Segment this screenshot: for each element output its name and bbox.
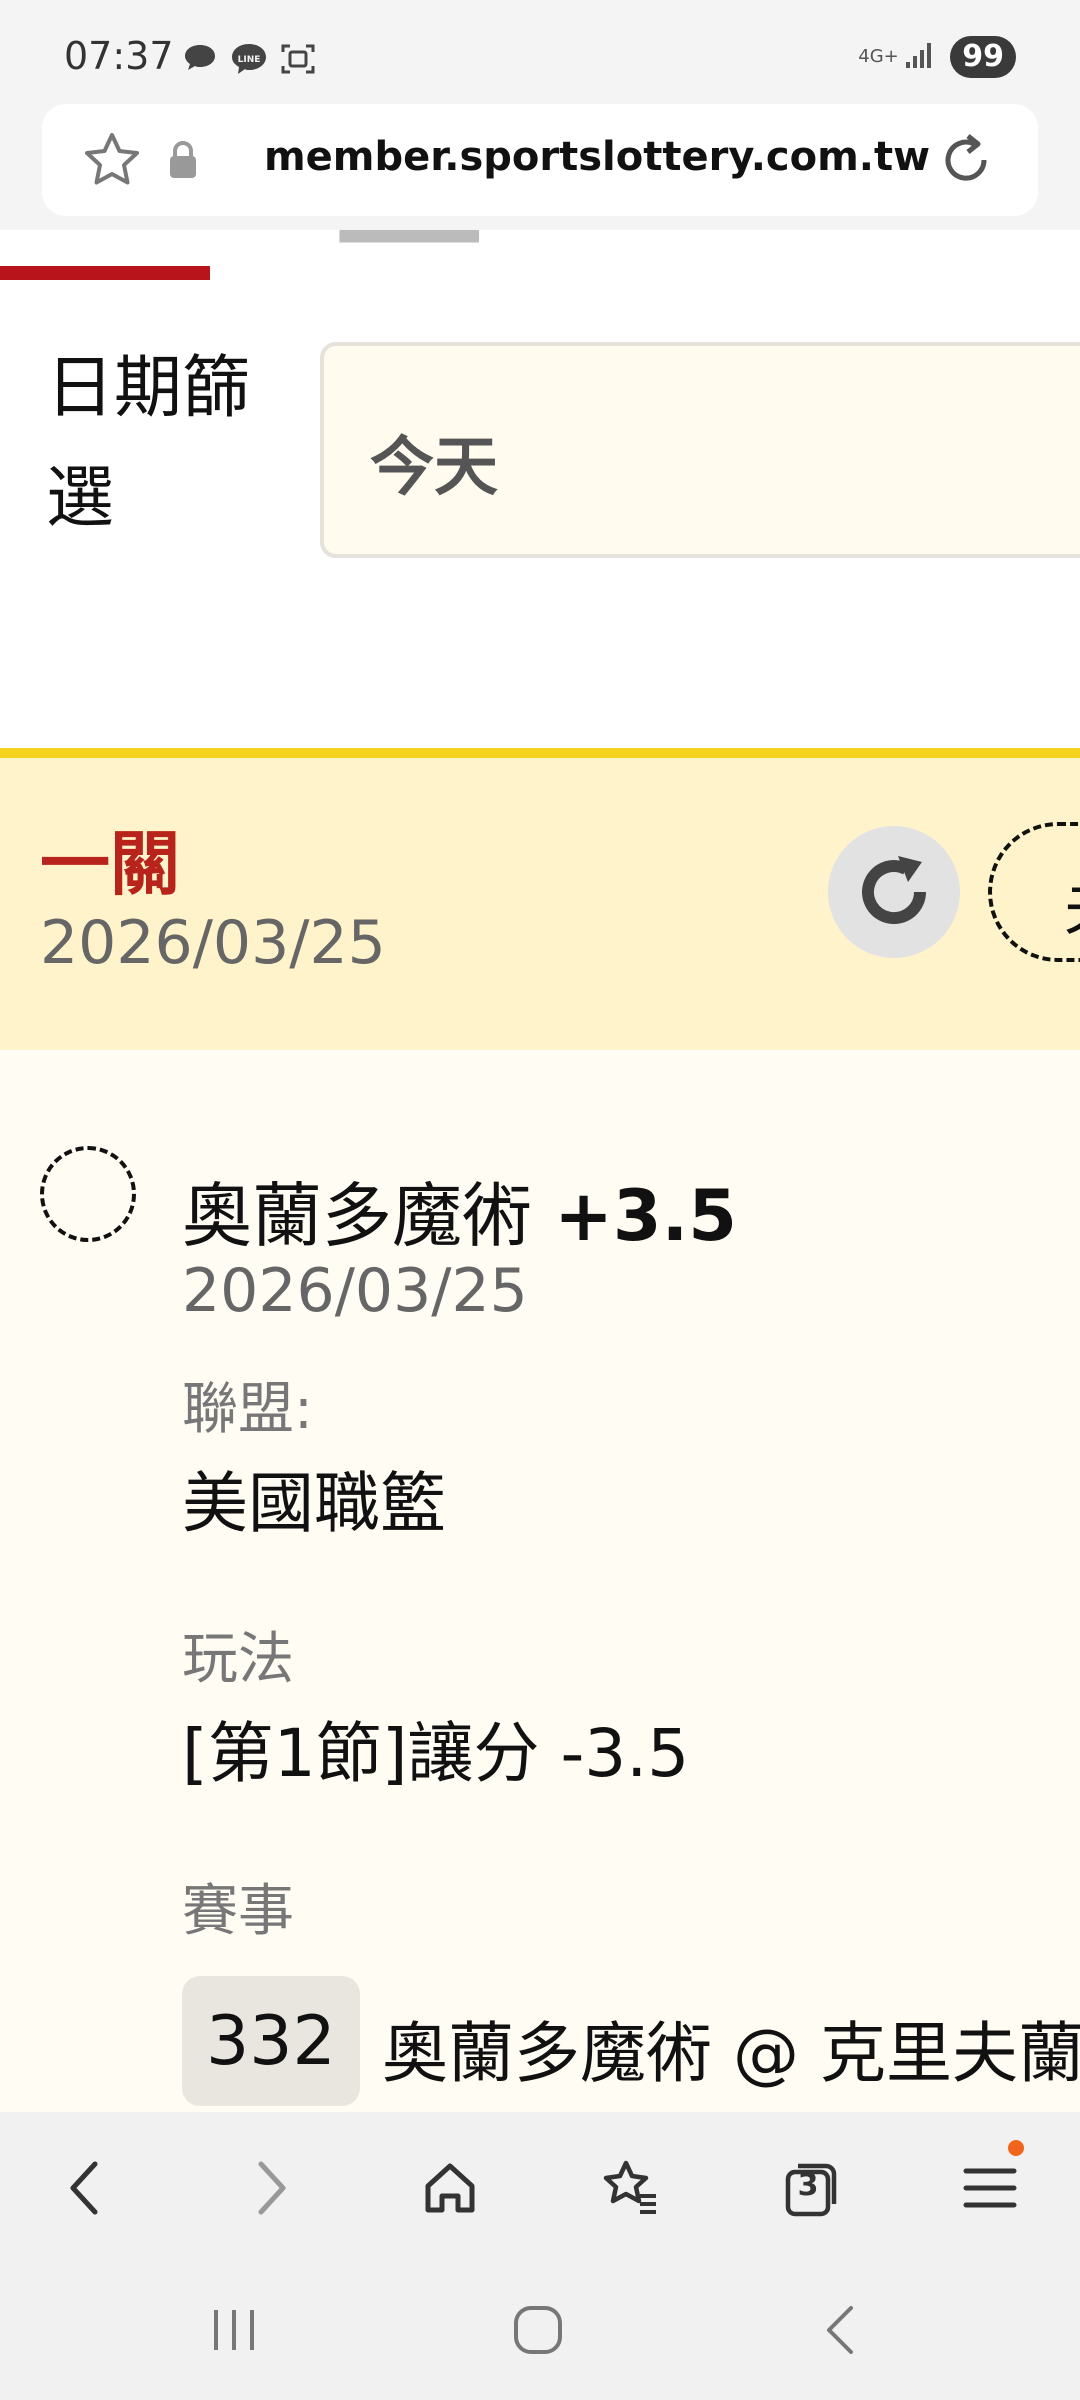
network-label: 4G+ (858, 46, 899, 67)
status-time: 07:37 (64, 34, 174, 78)
refresh-icon (862, 856, 926, 925)
header-action-label: 夫 (1064, 860, 1080, 947)
system-back-icon (827, 2306, 853, 2354)
bet-select-radio[interactable] (40, 1146, 136, 1242)
pick-date: 2026/03/25 (182, 1256, 528, 1326)
active-tab-indicator (0, 266, 210, 280)
tabs-count: 3 (797, 2168, 819, 2203)
lock-icon (168, 140, 198, 184)
recent-apps-icon (214, 2310, 254, 2350)
back-icon (70, 2161, 98, 2215)
partial-heading-text: ▀▀▀ (340, 230, 479, 278)
forward-button[interactable] (230, 2148, 310, 2228)
svg-text:LINE: LINE (238, 55, 261, 65)
bet-item: 奧蘭多魔術 +3.5 2026/03/25 聯盟: 美國職籃 玩法 [第1節]讓… (0, 1050, 1080, 2112)
system-navigation-bar (0, 2260, 1080, 2400)
browser-toolbar: 3 (0, 2112, 1080, 2260)
section-title: 一關 (40, 823, 180, 905)
section-date: 2026/03/25 (40, 908, 386, 978)
date-filter-label: 日期篩選 (46, 349, 251, 538)
play-type-value: [第1節]讓分 -3.5 (182, 1715, 690, 1792)
game-number-badge: 332 (182, 1976, 360, 2106)
bookmarks-icon (603, 2160, 656, 2214)
header-action-button[interactable]: 夫 (988, 822, 1080, 962)
page-content: ▀▀▀ 日期篩選 今天 一關 2026/03/25 夫 奧蘭多魔術 +3.5 2… (0, 230, 1080, 2112)
signal-icon (904, 40, 936, 74)
play-type-label: 玩法 (182, 1627, 294, 1692)
menu-button[interactable] (950, 2140, 1030, 2228)
tabs-button[interactable]: 3 (770, 2148, 850, 2228)
chat-bubble-icon (182, 42, 218, 80)
reload-icon[interactable] (934, 128, 998, 196)
game-name: 奧蘭多魔術 @ 克里夫蘭 (382, 2015, 1080, 2092)
status-right: 4G+ 99 (858, 36, 1016, 78)
pick-handicap: +3.5 (554, 1175, 737, 1257)
system-back-button[interactable] (802, 2300, 882, 2360)
line-app-icon: LINE (230, 42, 268, 80)
back-button[interactable] (46, 2148, 126, 2228)
url-text[interactable]: member.sportslottery.com.tw (264, 134, 930, 180)
notification-dot (1008, 2140, 1024, 2156)
status-bar: 07:37 LINE 4G+ 99 (0, 0, 1080, 100)
home-button[interactable] (410, 2148, 490, 2228)
screenshot-icon (280, 42, 316, 80)
event-label: 賽事 (182, 1879, 294, 1944)
game-number: 332 (206, 2002, 336, 2081)
forward-icon (258, 2161, 286, 2215)
address-bar[interactable]: member.sportslottery.com.tw (42, 104, 1038, 216)
notification-icons: LINE (182, 42, 316, 80)
home-circle-icon (514, 2306, 562, 2354)
pick-title: 奧蘭多魔術 +3.5 (182, 1160, 737, 1261)
tabs-icon: 3 (784, 2162, 837, 2217)
home-icon (425, 2163, 475, 2213)
menu-icon (963, 2168, 1017, 2208)
date-filter-value: 今天 (370, 431, 498, 505)
bookmark-star-icon[interactable] (82, 130, 142, 194)
league-label: 聯盟: (182, 1377, 313, 1442)
league-value: 美國職籃 (182, 1465, 446, 1542)
pick-team: 奧蘭多魔術 (182, 1175, 532, 1257)
bookmarks-button[interactable] (590, 2148, 670, 2228)
date-filter-select[interactable]: 今天 (320, 342, 1080, 558)
refresh-button[interactable] (828, 826, 960, 958)
section-divider (0, 748, 1080, 758)
battery-level: 99 (950, 36, 1016, 78)
system-home-button[interactable] (498, 2300, 578, 2360)
section-header: 一關 2026/03/25 夫 (0, 758, 1080, 1050)
recent-apps-button[interactable] (194, 2300, 274, 2360)
